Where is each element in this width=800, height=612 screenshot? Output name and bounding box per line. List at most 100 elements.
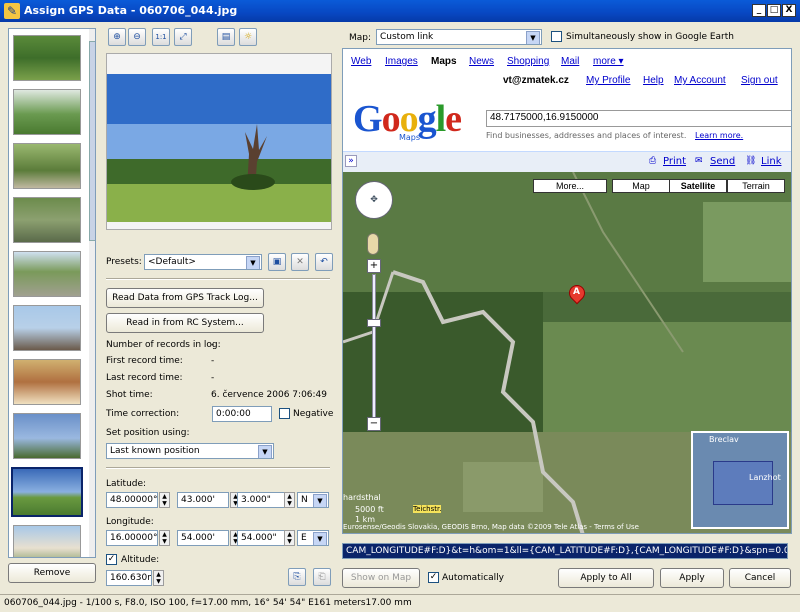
link-more[interactable]: more ▾ — [593, 56, 624, 67]
map-attribution: Eurosense/Geodis Slovakia, GEODIS Brno, … — [343, 523, 639, 531]
presets-select[interactable]: <Default> ▼ — [144, 254, 262, 270]
undo-icon[interactable]: ↶ — [315, 253, 333, 271]
read-rc-button[interactable]: Read in from RC System... — [106, 313, 264, 333]
latitude-seconds-spinner[interactable]: ▲ ▼ — [284, 492, 295, 508]
map-label: Map: — [349, 33, 372, 43]
longitude-label: Longitude: — [106, 517, 154, 527]
minimize-button[interactable]: _ — [752, 4, 766, 17]
automatically-checkbox[interactable]: ✓ — [428, 572, 439, 583]
cancel-button[interactable]: Cancel — [729, 568, 791, 588]
thumbnail[interactable] — [13, 525, 81, 557]
zoom-in-icon[interactable]: ⊕ — [108, 28, 126, 46]
fit-window-icon[interactable]: ⤢ — [174, 28, 192, 46]
map-type-map-button[interactable]: Map — [612, 179, 670, 193]
window-title: Assign GPS Data - 060706_044.jpg — [24, 4, 238, 17]
records-label: Number of records in log: — [106, 340, 221, 350]
help-link[interactable]: Help — [643, 75, 664, 86]
last-record-value: - — [211, 373, 215, 383]
delete-preset-icon[interactable]: ✕ — [291, 253, 309, 271]
altitude-checkbox[interactable]: ✓ — [106, 554, 117, 565]
zoom-out-icon[interactable]: ⊖ — [128, 28, 146, 46]
thumbnail[interactable] — [13, 143, 81, 189]
separator — [106, 467, 330, 469]
my-profile-link[interactable]: My Profile — [586, 75, 630, 86]
link-shopping[interactable]: Shopping — [507, 56, 549, 67]
url-input[interactable]: CAM_LONGITUDE#F:D}&t=h&om=1&ll={CAM_LATI… — [342, 543, 788, 559]
maximize-button[interactable]: □ — [767, 4, 781, 17]
time-correction-input[interactable]: 0:00:00 — [212, 406, 272, 422]
zoom-out-map-icon[interactable]: − — [367, 417, 381, 431]
latitude-minutes-input[interactable]: 43.000' — [177, 492, 229, 508]
print-link[interactable]: Print — [663, 156, 686, 167]
longitude-seconds-input[interactable]: 54.000" — [237, 530, 289, 546]
latitude-degrees-spinner[interactable]: ▲ ▼ — [159, 492, 170, 508]
thumbnail[interactable] — [13, 413, 81, 459]
thumbnail-scrollbar[interactable] — [89, 29, 95, 557]
expand-icon[interactable]: » — [345, 155, 357, 167]
zoom-in-map-icon[interactable]: + — [367, 259, 381, 273]
pegman-icon[interactable] — [367, 233, 379, 255]
longitude-seconds-spinner[interactable]: ▲ ▼ — [284, 530, 295, 546]
sun-icon[interactable]: ☼ — [239, 28, 257, 46]
latitude-seconds-input[interactable]: 3.000" — [237, 492, 289, 508]
link-web[interactable]: Web — [351, 56, 371, 67]
thumbnail[interactable] — [13, 305, 81, 351]
altitude-input[interactable]: 160.630m — [106, 570, 152, 586]
image-info-icon[interactable]: ▤ — [217, 28, 235, 46]
link-mail[interactable]: Mail — [561, 56, 579, 67]
link-maps[interactable]: Maps — [431, 56, 457, 67]
apply-to-all-button[interactable]: Apply to All — [558, 568, 654, 588]
google-earth-checkbox[interactable] — [551, 31, 562, 42]
logo-subtitle: Maps — [399, 133, 421, 142]
close-button[interactable]: X — [782, 4, 796, 17]
paste-icon[interactable]: ⎗ — [313, 568, 331, 586]
apply-button[interactable]: Apply — [660, 568, 724, 588]
altitude-spinner[interactable]: ▲ ▼ — [153, 570, 164, 586]
send-link[interactable]: Send — [710, 156, 735, 167]
thumbnail[interactable] — [13, 359, 81, 405]
zoom-slider[interactable] — [372, 274, 376, 419]
overview-viewport[interactable] — [713, 461, 773, 505]
link-news[interactable]: News — [469, 56, 494, 67]
sign-out-link[interactable]: Sign out — [741, 75, 778, 86]
altitude-label: Altitude: — [121, 555, 160, 565]
thumbnail-list[interactable] — [8, 28, 96, 558]
set-position-select[interactable]: Last known position ▼ — [106, 443, 274, 459]
zoom-slider-handle[interactable] — [367, 319, 381, 327]
thumbnail-selected[interactable] — [11, 467, 83, 517]
map-source-select[interactable]: Custom link ▼ — [376, 29, 542, 45]
link-link[interactable]: Link — [761, 156, 781, 167]
longitude-direction-select[interactable]: E ▼ — [297, 530, 329, 546]
read-gps-button[interactable]: Read Data from GPS Track Log... — [106, 288, 264, 308]
actual-size-icon[interactable]: 1:1 — [152, 28, 170, 46]
save-preset-icon[interactable]: ▣ — [268, 253, 286, 271]
my-account-link[interactable]: My Account — [674, 75, 726, 86]
send-icon[interactable]: ✉ — [695, 156, 703, 166]
longitude-degrees-spinner[interactable]: ▲ ▼ — [159, 530, 170, 546]
link-icon[interactable]: ⛓ — [745, 156, 756, 166]
thumbnail[interactable] — [13, 35, 81, 81]
print-icon[interactable]: ⎙ — [649, 156, 656, 166]
thumbnail[interactable] — [13, 197, 81, 243]
show-on-map-button[interactable]: Show on Map — [342, 568, 420, 588]
negative-checkbox[interactable] — [279, 408, 290, 419]
more-button[interactable]: More... — [533, 179, 607, 193]
remove-button[interactable]: Remove — [8, 563, 96, 583]
latitude-degrees-input[interactable]: 48.00000° — [106, 492, 158, 508]
longitude-minutes-input[interactable]: 54.000' — [177, 530, 229, 546]
thumbnail[interactable] — [13, 89, 81, 135]
map-type-satellite-button[interactable]: Satellite — [669, 179, 727, 193]
map-search-input[interactable]: 48.7175000,16.9150000 — [486, 110, 791, 127]
latitude-direction-select[interactable]: N ▼ — [297, 492, 329, 508]
map-source-value: Custom link — [380, 32, 434, 42]
thumbnail[interactable] — [13, 251, 81, 297]
link-images[interactable]: Images — [385, 56, 418, 67]
learn-more-link[interactable]: Learn more. — [695, 131, 743, 140]
scrollbar-thumb[interactable] — [89, 41, 95, 241]
scale-feet: 5000 ft — [355, 505, 384, 514]
longitude-degrees-input[interactable]: 16.00000° — [106, 530, 158, 546]
map-type-terrain-button[interactable]: Terrain — [727, 179, 785, 193]
map-browser[interactable]: Web Images Maps News Shopping Mail more … — [342, 48, 792, 534]
copy-icon[interactable]: ⎘ — [288, 568, 306, 586]
pan-control-icon[interactable]: ✥ — [355, 181, 393, 219]
